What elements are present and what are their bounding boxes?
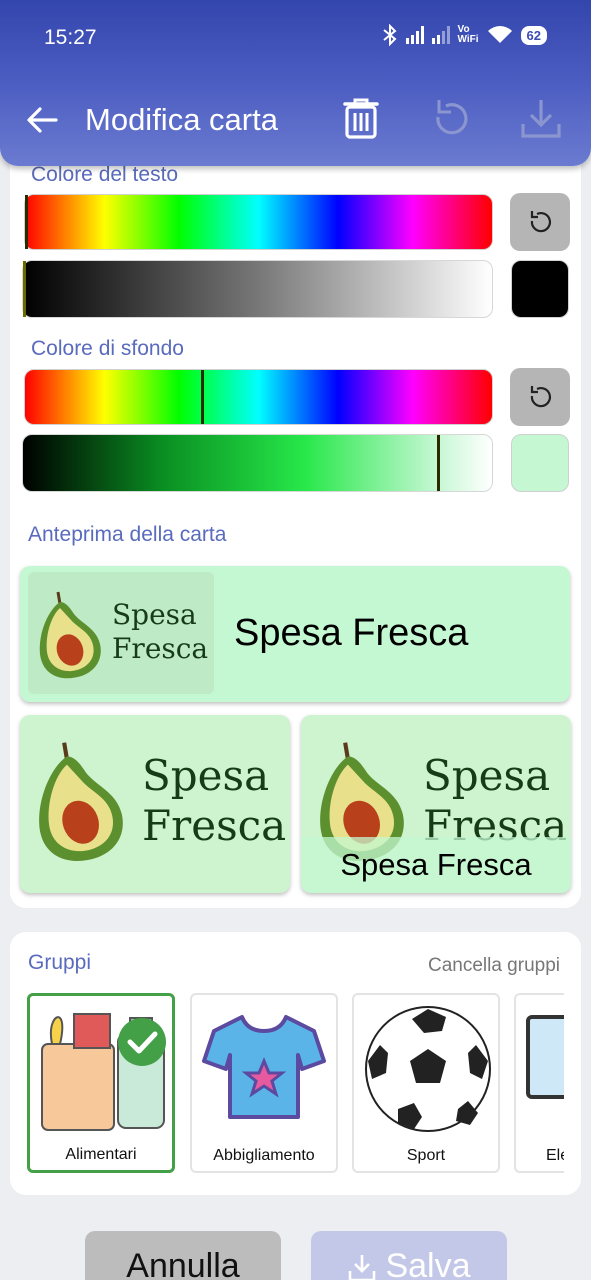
bg-color-label: Colore di sfondo: [31, 337, 184, 360]
status-time: 15:27: [44, 26, 97, 49]
logo-line-2: Fresca: [142, 801, 287, 851]
reset-icon[interactable]: [428, 96, 474, 142]
bg-color-swatch: [511, 434, 569, 492]
text-color-reset-button[interactable]: [510, 193, 570, 251]
avocado-icon: [39, 742, 123, 862]
battery-icon: 62: [520, 25, 547, 45]
status-icons: Vo WiFi 62: [382, 24, 547, 46]
delete-icon[interactable]: [338, 96, 384, 142]
bg-color-reset-button[interactable]: [510, 368, 570, 426]
logo-line-1: Spesa: [423, 751, 551, 800]
group-label: Abbigliamento: [213, 1147, 315, 1164]
clear-groups-button[interactable]: Cancella gruppi: [428, 955, 560, 977]
avocado-icon: [39, 591, 101, 679]
text-hue-thumb[interactable]: [25, 195, 28, 249]
bluetooth-icon: [382, 24, 397, 46]
tshirt-icon: [202, 1015, 326, 1119]
group-label: Alimentari: [65, 1146, 137, 1163]
cancel-button[interactable]: Annulla: [85, 1231, 281, 1280]
group-item-sport[interactable]: Sport: [352, 993, 500, 1173]
groceries-icon: [41, 1013, 166, 1131]
text-color-swatch: [511, 260, 569, 318]
wifi-icon: [487, 26, 512, 43]
logo-line-1: Spesa: [142, 751, 270, 800]
vowifi-bottom: WiFi: [457, 34, 479, 45]
card-preview-overlay: Spesa Fresca Spesa Fresca: [301, 715, 571, 893]
groups-label: Gruppi: [28, 951, 92, 974]
electronics-icon: [526, 1015, 564, 1099]
soccer-ball-icon: [365, 1006, 491, 1132]
save-label: Salva: [385, 1247, 471, 1280]
card-preview-list: Spesa Fresca Spesa Fresca: [20, 566, 570, 702]
text-color-label: Colore del testo: [31, 163, 179, 186]
bg-shade-slider[interactable]: [22, 434, 493, 492]
app-bar: 15:27 Vo WiFi 62 Modifica carta: [0, 0, 591, 166]
card-preview-title: Spesa Fresca: [234, 612, 469, 654]
text-hue-slider[interactable]: [24, 194, 493, 250]
signal-2-icon: [431, 26, 450, 44]
cancel-label: Annulla: [126, 1247, 240, 1280]
reset-icon: [530, 386, 551, 408]
status-bar: 15:27 Vo WiFi 62: [0, 0, 591, 76]
vowifi-icon: Vo WiFi: [458, 25, 479, 45]
download-icon[interactable]: [518, 96, 564, 142]
logo-line-1: Spesa: [112, 598, 197, 631]
reset-icon: [530, 211, 551, 233]
group-item-alimentari[interactable]: Alimentari: [27, 993, 175, 1173]
logo-line-2: Fresca: [112, 631, 209, 665]
group-label: Ele: [546, 1147, 564, 1164]
bg-hue-slider[interactable]: [24, 369, 493, 425]
bg-shade-thumb[interactable]: [437, 435, 440, 491]
overlay-card-title: Spesa Fresca: [301, 837, 571, 893]
card-logo: Spesa Fresca: [28, 572, 214, 694]
signal-icon: [405, 26, 424, 44]
preview-label: Anteprima della carta: [28, 523, 227, 546]
download-icon: [349, 1255, 376, 1280]
group-label: Sport: [406, 1147, 446, 1164]
save-button[interactable]: Salva: [311, 1231, 507, 1280]
text-shade-thumb[interactable]: [23, 261, 26, 317]
text-shade-slider[interactable]: [22, 260, 493, 318]
group-item-elettronica[interactable]: Ele: [514, 993, 564, 1173]
card-preview-grid: Spesa Fresca: [20, 715, 290, 893]
bg-hue-thumb[interactable]: [201, 370, 204, 424]
group-item-abbigliamento[interactable]: Abbigliamento: [190, 993, 338, 1173]
page-title: Modifica carta: [85, 102, 278, 137]
back-arrow-icon[interactable]: [22, 100, 62, 140]
